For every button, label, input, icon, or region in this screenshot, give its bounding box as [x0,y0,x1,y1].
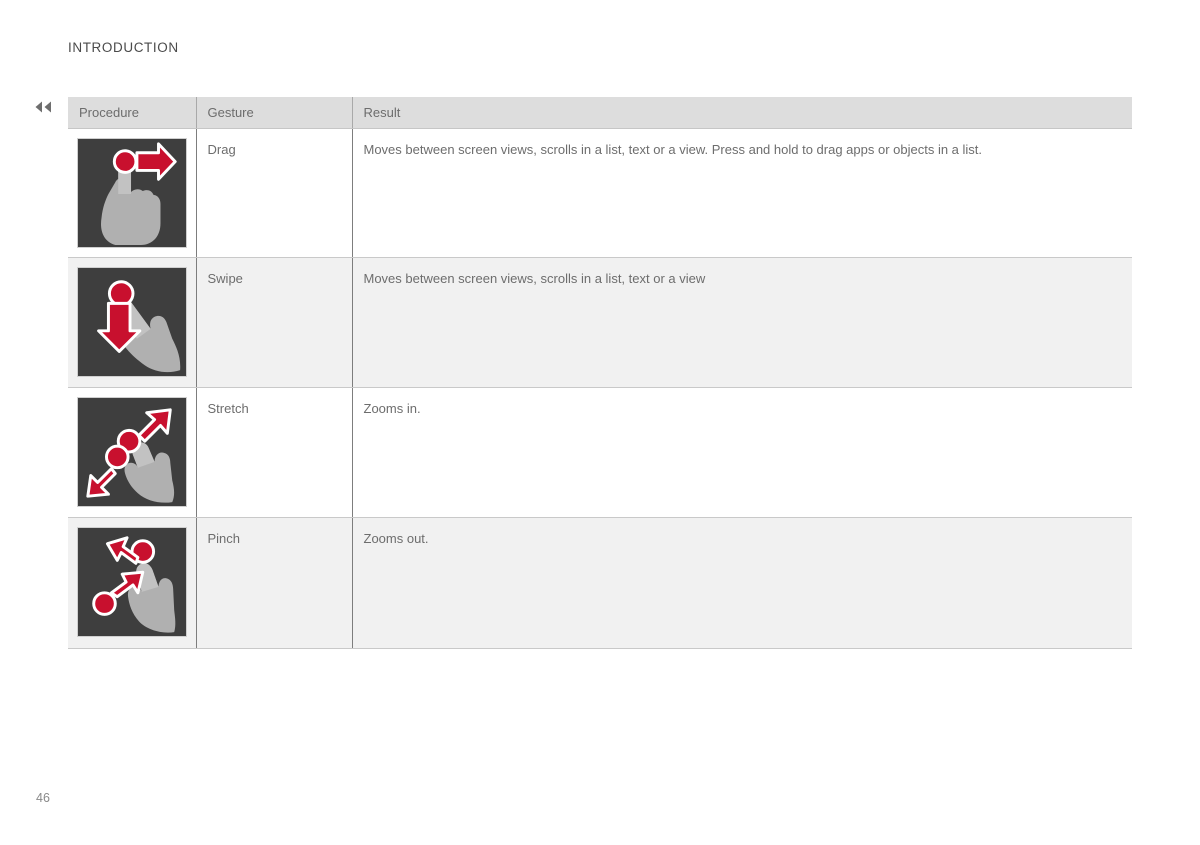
table-row: Pinch Zooms out. [68,517,1132,649]
gesture-name: Swipe [195,257,352,388]
gesture-name: Pinch [195,517,352,649]
gesture-result: Moves between screen views, scrolls in a… [351,257,1132,388]
gesture-result: Moves between screen views, scrolls in a… [351,128,1132,258]
page-number: 46 [36,791,50,805]
procedure-cell [68,387,196,518]
stretch-gesture-icon [77,397,187,507]
swipe-gesture-icon [77,267,187,377]
gesture-result: Zooms out. [351,517,1132,649]
column-header-result: Result [351,97,1132,129]
procedure-cell [68,128,196,258]
gesture-reference-table: Procedure Gesture Result Drag Moves betw… [68,97,1132,649]
table-header-row: Procedure Gesture Result [68,97,1132,129]
gesture-result: Zooms in. [351,387,1132,518]
table-body: Drag Moves between screen views, scrolls… [68,128,1132,649]
table-row: Stretch Zooms in. [68,387,1132,518]
column-header-gesture: Gesture [195,97,352,129]
gesture-name: Stretch [195,387,352,518]
table-header: Procedure Gesture Result [68,97,1132,129]
table-row: Drag Moves between screen views, scrolls… [68,128,1132,258]
table-row: Swipe Moves between screen views, scroll… [68,257,1132,388]
procedure-cell [68,517,196,649]
pinch-gesture-icon [77,527,187,637]
column-header-procedure: Procedure [68,97,196,129]
drag-gesture-icon [77,138,187,248]
gesture-name: Drag [195,128,352,258]
procedure-cell [68,257,196,388]
double-left-arrow-icon [33,100,55,114]
page-title: INTRODUCTION [68,40,179,55]
